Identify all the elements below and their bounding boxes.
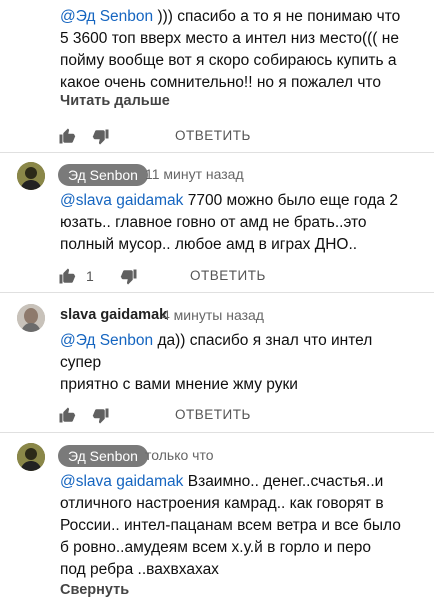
divider (0, 152, 434, 153)
divider (0, 292, 434, 293)
avatar[interactable] (17, 304, 45, 332)
thumb-down-icon[interactable] (92, 128, 110, 146)
comment-1-actions: ОТВЕТИТЬ (0, 121, 434, 151)
thumb-down-icon[interactable] (120, 268, 138, 286)
reply-button[interactable]: ОТВЕТИТЬ (190, 268, 266, 283)
mention-link[interactable]: @slava gaidamak (60, 473, 183, 490)
read-more-link[interactable]: Читать дальше (60, 93, 170, 109)
avatar[interactable] (17, 162, 45, 190)
author-chip[interactable]: Эд Senbon (58, 164, 148, 186)
thumb-up-icon[interactable] (58, 127, 76, 145)
comment-4-text: @slava gaidamak Взаимно.. денег..счастья… (60, 473, 401, 578)
collapse-link[interactable]: Свернуть (60, 582, 129, 598)
thumb-down-icon[interactable] (92, 407, 110, 425)
mention-link[interactable]: @Эд Senbon (60, 332, 153, 349)
author-name[interactable]: slava gaidamak (60, 307, 167, 323)
divider (0, 432, 434, 433)
reply-button[interactable]: ОТВЕТИТЬ (175, 407, 251, 422)
comment-2-actions: 1 ОТВЕТИТЬ (0, 262, 434, 292)
comment-1-text: @Эд Senbon ))) спасибо а то я не понимаю… (60, 8, 401, 91)
mention-link[interactable]: @slava gaidamak (60, 192, 183, 209)
thumb-up-icon[interactable] (58, 406, 76, 424)
author-chip[interactable]: Эд Senbon (58, 445, 148, 467)
comment-3-actions: ОТВЕТИТЬ (0, 401, 434, 431)
comment-2-text: @slava gaidamak 7700 можно было еще года… (60, 192, 398, 253)
timestamp[interactable]: только что (145, 447, 214, 463)
mention-link[interactable]: @Эд Senbon (60, 8, 153, 25)
timestamp[interactable]: 4 минуты назад (162, 307, 264, 323)
comment-3-text: @Эд Senbon да)) спасибо я знал что интел… (60, 332, 373, 393)
thumb-up-icon[interactable] (58, 267, 76, 285)
like-count: 1 (86, 268, 94, 284)
timestamp[interactable]: 11 минут назад (145, 166, 244, 182)
reply-button[interactable]: ОТВЕТИТЬ (175, 128, 251, 143)
avatar[interactable] (17, 443, 45, 471)
